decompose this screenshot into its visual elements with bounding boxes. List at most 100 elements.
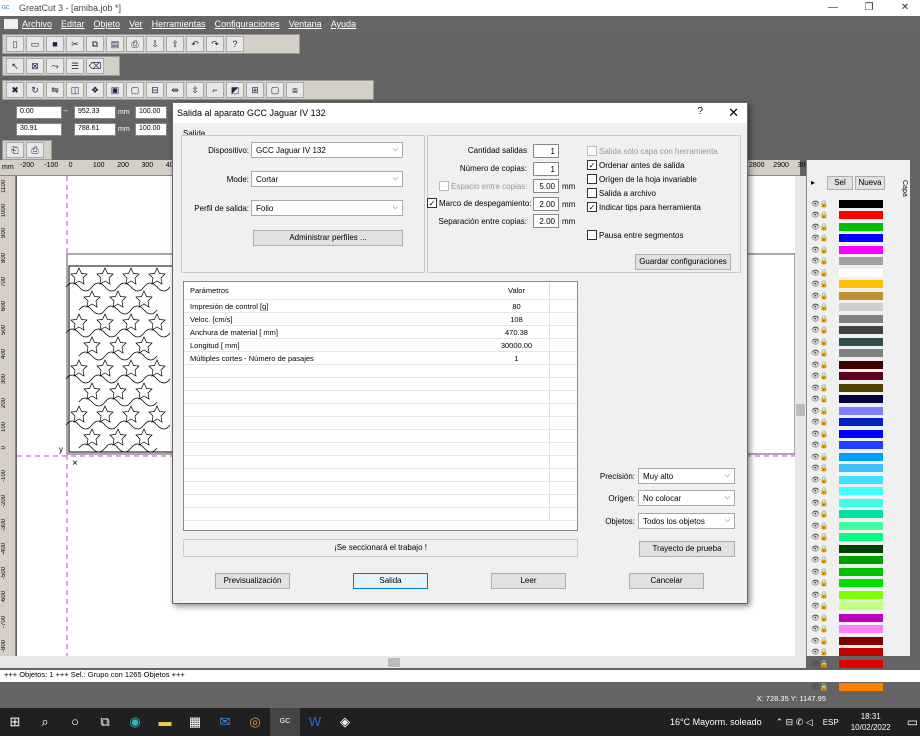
help-icon[interactable]: ? xyxy=(226,36,244,52)
color-swatch[interactable] xyxy=(839,602,883,611)
weather-text[interactable]: 16°C Mayorm. soleado xyxy=(670,717,762,727)
color-swatch[interactable] xyxy=(839,337,883,346)
layer-row[interactable]: 👁🔒 xyxy=(811,532,891,544)
eye-lock-icon[interactable]: 👁🔒 xyxy=(811,234,831,242)
layer-row[interactable]: 👁🔒 xyxy=(811,198,891,210)
layer-row[interactable]: 👁🔒 xyxy=(811,233,891,245)
cant-field[interactable]: 1 xyxy=(533,144,559,158)
eye-lock-icon[interactable]: 👁🔒 xyxy=(811,637,831,645)
eye-lock-icon[interactable]: 👁🔒 xyxy=(811,648,831,656)
eye-lock-icon[interactable]: 👁🔒 xyxy=(811,372,831,380)
sep-field[interactable]: 2.00 xyxy=(533,214,559,228)
eye-lock-icon[interactable]: 👁🔒 xyxy=(811,361,831,369)
order-check[interactable]: ✓ Ordenar antes de salida xyxy=(587,160,684,170)
rotate-icon[interactable]: ↻ xyxy=(26,82,44,98)
distribute-v-icon[interactable]: ⇳ xyxy=(186,82,204,98)
eye-lock-icon[interactable]: 👁🔒 xyxy=(811,522,831,530)
edge-icon[interactable]: ◉ xyxy=(120,708,150,736)
search-icon[interactable]: ⌕ xyxy=(30,708,60,736)
undo-icon[interactable]: ↶ xyxy=(186,36,204,52)
test-path-button[interactable]: Trayecto de prueba xyxy=(639,541,735,557)
delete-icon[interactable]: ✖ xyxy=(6,82,24,98)
layer-row[interactable]: 👁🔒 xyxy=(811,589,891,601)
layer-row[interactable]: 👁🔒 xyxy=(811,359,891,371)
layer-row[interactable]: 👁🔒 xyxy=(811,405,891,417)
box-icon[interactable]: ▢ xyxy=(266,82,284,98)
color-swatch[interactable] xyxy=(839,441,883,450)
layer-row[interactable]: 👁🔒 xyxy=(811,543,891,555)
app-icon[interactable]: ◈ xyxy=(330,708,360,736)
eye-lock-icon[interactable]: 👁🔒 xyxy=(811,602,831,610)
color-swatch[interactable] xyxy=(839,199,883,208)
layer-row[interactable]: 👁🔒 xyxy=(811,313,891,325)
color-swatch[interactable] xyxy=(839,360,883,369)
table-row[interactable]: Veloc. [cm/s] 108 xyxy=(184,313,577,326)
color-swatch[interactable] xyxy=(839,222,883,231)
table-row[interactable]: Longitud [ mm] 30000.00 xyxy=(184,339,577,352)
panel-arrow-icon[interactable]: ▸ xyxy=(811,178,815,187)
eye-lock-icon[interactable]: 👁🔒 xyxy=(811,579,831,587)
eye-lock-icon[interactable]: 👁🔒 xyxy=(811,384,831,392)
table-row[interactable] xyxy=(184,378,577,391)
word-icon[interactable]: W xyxy=(300,708,330,736)
nueva-button[interactable]: Nueva xyxy=(855,176,885,190)
color-swatch[interactable] xyxy=(839,245,883,254)
layer-row[interactable]: 👁🔒 xyxy=(811,474,891,486)
eye-lock-icon[interactable]: 👁🔒 xyxy=(811,349,831,357)
eye-lock-icon[interactable]: 👁🔒 xyxy=(811,568,831,576)
eye-lock-icon[interactable]: 👁🔒 xyxy=(811,280,831,288)
eye-lock-icon[interactable]: 👁🔒 xyxy=(811,315,831,323)
layer-row[interactable]: 👁🔒 xyxy=(811,348,891,360)
color-swatch[interactable] xyxy=(839,533,883,542)
color-swatch[interactable] xyxy=(839,395,883,404)
color-swatch[interactable] xyxy=(839,429,883,438)
save-icon[interactable]: ■ xyxy=(46,36,64,52)
eye-lock-icon[interactable]: 👁🔒 xyxy=(811,418,831,426)
layer-row[interactable]: 👁🔒 xyxy=(811,302,891,314)
layer-row[interactable]: 👁🔒 xyxy=(811,325,891,337)
color-swatch[interactable] xyxy=(839,625,883,634)
origin-check[interactable]: Orígen de la hoja invariable xyxy=(587,174,697,184)
color-swatch[interactable] xyxy=(839,326,883,335)
text-tool-icon[interactable]: ☰ xyxy=(66,58,84,74)
layer-row[interactable]: 👁🔒 xyxy=(811,336,891,348)
copy-icon[interactable]: ⧉ xyxy=(86,36,104,52)
scale-y-field[interactable]: 100.00 xyxy=(135,123,167,136)
eye-lock-icon[interactable]: 👁🔒 xyxy=(811,246,831,254)
color-swatch[interactable] xyxy=(839,464,883,473)
output-button[interactable]: Salida xyxy=(353,573,428,589)
precision-select[interactable]: Muy alto ⌵ xyxy=(638,468,735,484)
manage-profiles-button[interactable]: Administrar perfiles ... xyxy=(253,230,403,246)
frame-icon[interactable]: ⊞ xyxy=(246,82,264,98)
color-swatch[interactable] xyxy=(839,682,883,691)
menu-configuraciones[interactable]: Configuraciones xyxy=(215,19,280,29)
menu-herramientas[interactable]: Herramientas xyxy=(152,19,206,29)
eraser-icon[interactable]: ⌫ xyxy=(86,58,104,74)
layer-row[interactable]: 👁🔒 xyxy=(811,612,891,624)
horizontal-scrollbar[interactable] xyxy=(0,656,806,668)
table-row[interactable] xyxy=(184,443,577,456)
tray-icons[interactable]: ⌃ ⊟ ✆ ◁ xyxy=(776,717,813,728)
mode-select[interactable]: Cortar ⌵ xyxy=(251,171,403,187)
save-config-button[interactable]: Guardar configuraciones xyxy=(635,254,731,270)
table-row[interactable] xyxy=(184,482,577,495)
color-swatch[interactable] xyxy=(839,234,883,243)
color-swatch[interactable] xyxy=(839,613,883,622)
align-icon[interactable]: ⊟ xyxy=(146,82,164,98)
menu-ver[interactable]: Ver xyxy=(129,19,143,29)
windows-start-icon[interactable]: ⊞ xyxy=(0,708,30,736)
color-swatch[interactable] xyxy=(839,303,883,312)
table-row[interactable] xyxy=(184,495,577,508)
color-swatch[interactable] xyxy=(839,567,883,576)
table-row[interactable] xyxy=(184,417,577,430)
maximize-button[interactable]: ❐ xyxy=(854,0,884,16)
file-explorer-icon[interactable]: ▬ xyxy=(150,708,180,736)
menu-ventana[interactable]: Ventana xyxy=(289,19,322,29)
notifications-icon[interactable]: ▭ xyxy=(907,715,918,729)
new-file-icon[interactable]: ▯ xyxy=(6,36,24,52)
color-swatch[interactable] xyxy=(839,452,883,461)
layer-row[interactable]: 👁🔒 xyxy=(811,578,891,590)
layer-row[interactable]: 👁🔒 xyxy=(811,658,891,670)
color-swatch[interactable] xyxy=(839,510,883,519)
color-swatch[interactable] xyxy=(839,475,883,484)
